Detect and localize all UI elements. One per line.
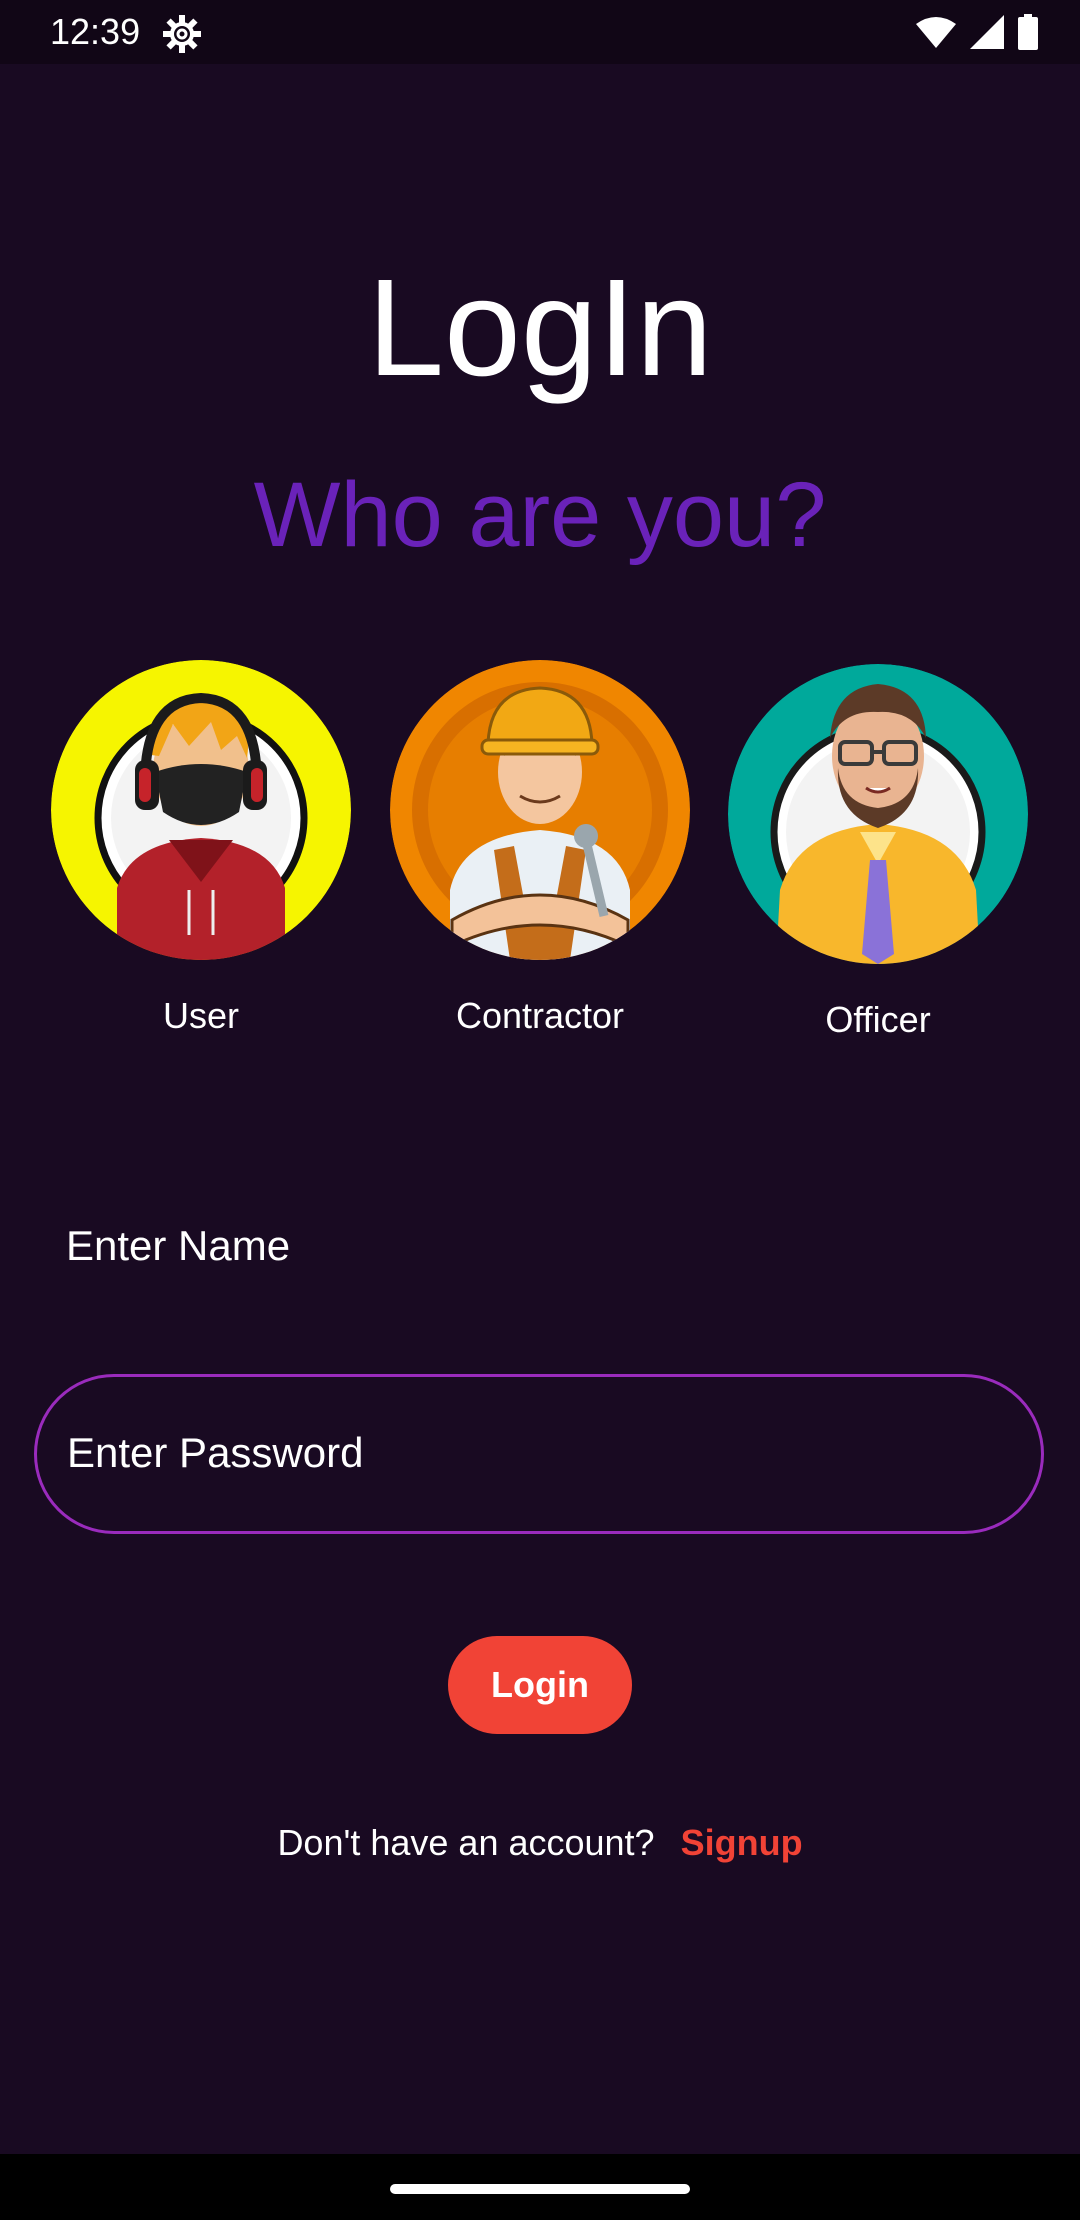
- battery-icon: [1018, 14, 1038, 50]
- page-subtitle: Who are you?: [253, 464, 827, 566]
- role-contractor-label: Contractor: [455, 995, 625, 1036]
- navigation-bar: [0, 2154, 1080, 2220]
- signup-prompt: Don't have an account?: [277, 1822, 655, 1863]
- signup-link[interactable]: Signup: [681, 1822, 803, 1863]
- role-user[interactable]: User: [51, 660, 351, 1036]
- name-input-placeholder: Enter Name: [66, 1222, 291, 1269]
- role-user-label: User: [162, 995, 239, 1036]
- login-screen: 12:39 LogIn Who are you? User Contractor…: [0, 0, 1080, 2220]
- role-officer[interactable]: Officer: [728, 664, 1028, 1040]
- signal-icon: [970, 15, 1004, 49]
- name-input[interactable]: Enter Name: [34, 1196, 1044, 1296]
- status-icons: [916, 14, 1038, 50]
- user-avatar-icon: [51, 660, 351, 960]
- settings-icon: [163, 15, 201, 53]
- wifi-icon: [916, 17, 956, 48]
- officer-avatar-icon: [728, 664, 1028, 964]
- password-input[interactable]: Enter Password: [34, 1374, 1044, 1534]
- status-bar: 12:39: [0, 0, 1080, 64]
- home-handle[interactable]: [390, 2184, 690, 2194]
- page-title: LogIn: [367, 251, 713, 405]
- contractor-avatar-icon: [390, 660, 690, 960]
- role-contractor[interactable]: Contractor: [390, 660, 690, 1036]
- role-officer-label: Officer: [825, 999, 931, 1040]
- password-input-placeholder: Enter Password: [67, 1429, 364, 1476]
- status-time: 12:39: [50, 11, 141, 52]
- signup-row: Don't have an account? Signup: [0, 1818, 1080, 1868]
- login-button[interactable]: Login: [448, 1636, 632, 1734]
